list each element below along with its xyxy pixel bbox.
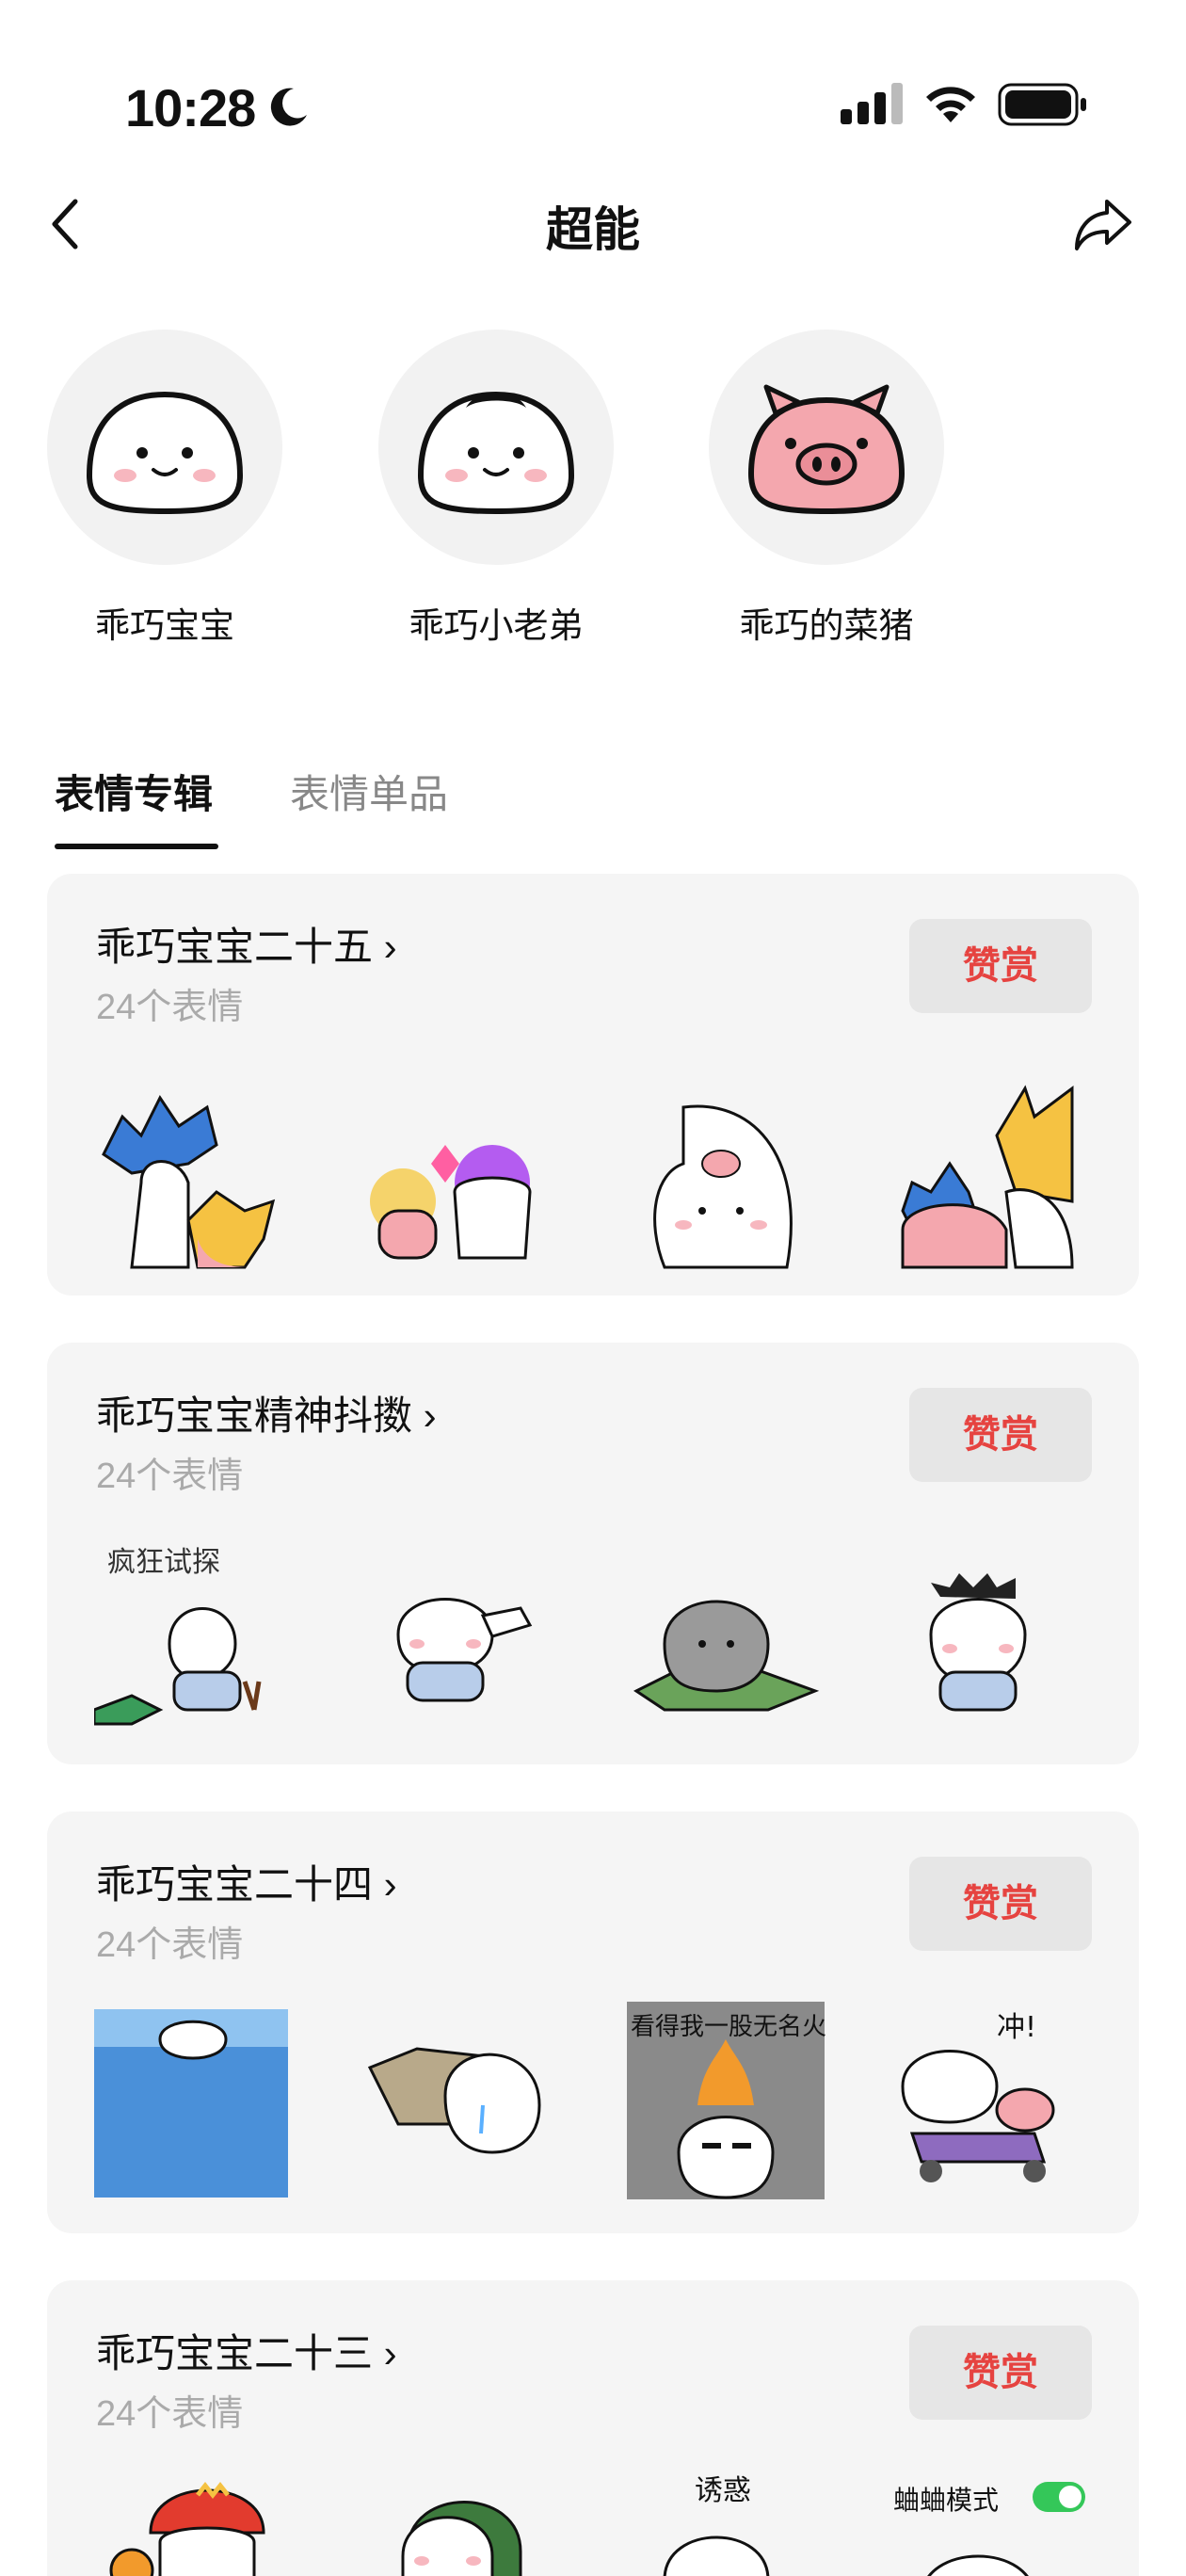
album-count: 24个表情 [96,2394,244,2434]
sticker-image[interactable]: 蛐蛐模式 [893,2467,1091,2576]
album-title[interactable]: 乖巧宝宝二十五 › [96,915,397,973]
status-time: 10:28 [125,78,256,137]
album-card[interactable]: 乖巧宝宝二十四 › 24个表情 赞赏 看得我一股无名火 冲! [47,1811,1139,2233]
sticker-image[interactable] [94,2002,292,2199]
status-bar: 10:28 [0,0,1186,188]
sticker-row: 疯狂试探 [94,1531,1139,1729]
reward-button[interactable]: 赞赏 [909,919,1092,1013]
album-title[interactable]: 乖巧宝宝二十四 › [96,1853,397,1910]
album-card[interactable]: 乖巧宝宝二十三 › 24个表情 赞赏 诱惑 蛐蛐模式 [47,2280,1139,2576]
artist-avatar[interactable] [378,330,614,565]
wifi-icon [926,87,975,122]
active-tab-indicator [55,844,218,849]
artist-item[interactable]: 乖巧宝宝 [47,330,282,648]
sticker-row: 看得我一股无名火 冲! [94,2002,1139,2199]
sticker-image[interactable] [627,1531,825,1729]
page-title: 超能 [546,203,640,256]
album-title[interactable]: 乖巧宝宝二十三 › [96,2322,397,2379]
sticker-image[interactable] [361,1079,558,1277]
reward-button[interactable]: 赞赏 [909,2326,1092,2420]
sticker-image[interactable] [893,1531,1091,1729]
sticker-image[interactable] [361,1531,558,1729]
sticker-image[interactable] [361,2467,558,2576]
sticker-row: 诱惑 蛐蛐模式 [94,2467,1139,2576]
pig-face-icon [747,384,906,515]
cellular-signal-icon [841,83,903,124]
album-card[interactable]: 乖巧宝宝二十五 › 24个表情 赞赏 [47,874,1139,1296]
sticker-image[interactable] [627,1079,825,1277]
tab-singles[interactable]: 表情单品 [290,763,448,820]
moon-icon [270,88,307,126]
battery-icon [998,83,1086,126]
album-count: 24个表情 [96,1457,244,1496]
artist-name: 乖巧小老弟 [409,606,584,645]
artist-avatar[interactable] [47,330,282,565]
album-count: 24个表情 [96,1925,244,1965]
sticker-image[interactable]: 冲! [893,2002,1091,2199]
bun-face-hair-icon [417,391,575,515]
sticker-image[interactable] [94,1079,292,1277]
artist-row: 乖巧宝宝 乖巧小老弟 乖巧的菜猪 [0,330,1186,650]
album-title[interactable]: 乖巧宝宝精神抖擞 › [96,1384,437,1441]
artist-item[interactable]: 乖巧小老弟 [378,330,614,648]
artist-item[interactable]: 乖巧的菜猪 [709,330,944,648]
reward-button[interactable]: 赞赏 [909,1388,1092,1482]
sticker-image[interactable] [361,2002,558,2199]
sticker-image[interactable]: 看得我一股无名火 [627,2002,826,2199]
album-card[interactable]: 乖巧宝宝精神抖擞 › 24个表情 赞赏 疯狂试探 [47,1343,1139,1764]
sticker-image[interactable]: 疯狂试探 [94,1531,292,1729]
share-icon[interactable] [1071,196,1133,252]
artist-avatar[interactable] [709,330,944,565]
bun-face-icon [86,391,244,515]
sticker-image[interactable] [94,2467,292,2576]
reward-button[interactable]: 赞赏 [909,1857,1092,1951]
artist-name: 乖巧的菜猪 [739,606,914,645]
album-count: 24个表情 [96,988,244,1027]
tab-albums[interactable]: 表情专辑 [55,763,213,820]
sticker-row [94,1079,1139,1277]
artist-name: 乖巧宝宝 [95,606,234,645]
sticker-image[interactable]: 诱惑 [627,2467,825,2576]
sticker-image[interactable] [893,1079,1091,1277]
